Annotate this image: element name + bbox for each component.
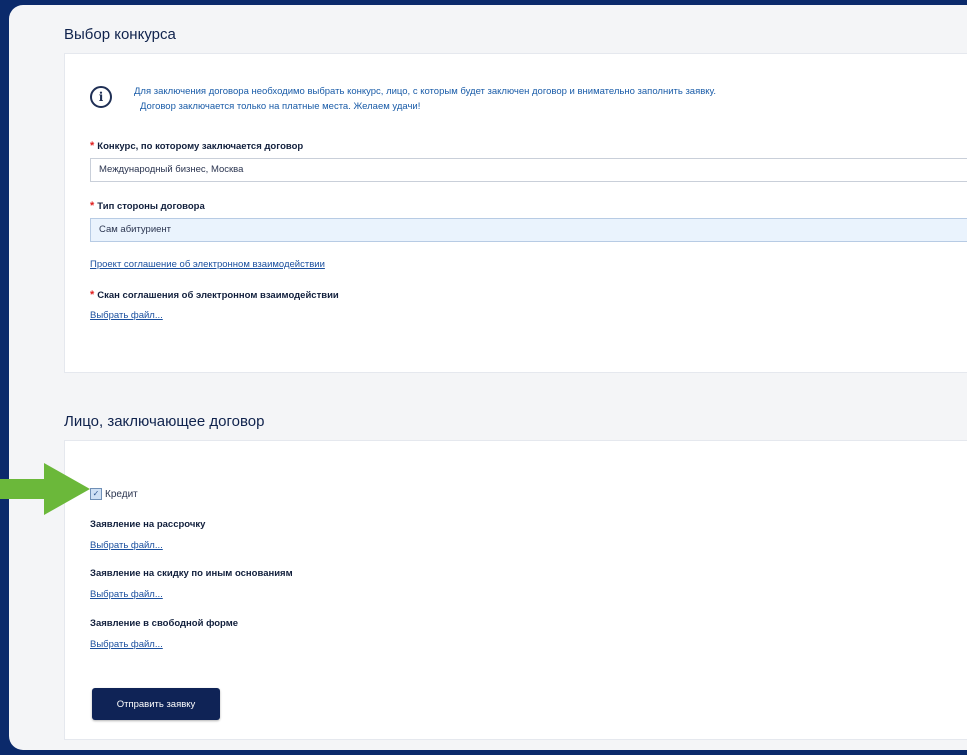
contest-field-label: * Конкурс, по которому заключается догово… [90, 140, 303, 152]
party-type-label-text: Тип стороны договора [97, 201, 205, 212]
discount-field-label: Заявление на скидку по иным основаниям [90, 568, 293, 579]
info-icon: i [90, 86, 112, 108]
section-title-person: Лицо, заключающее договор [64, 413, 265, 430]
required-mark: * [90, 200, 95, 212]
agreement-scan-field-label: * Скан соглашения об электронном взаимоде… [90, 289, 339, 301]
contest-card: i Для заключения договора необходимо выб… [64, 53, 967, 373]
page-frame: Выбор конкурса i Для заключения договора… [9, 5, 967, 750]
submit-application-button[interactable]: Отправить заявку [92, 688, 220, 720]
required-mark: * [90, 140, 95, 152]
installment-field-label: Заявление на рассрочку [90, 519, 206, 530]
info-line-2: Договор заключается только на платные ме… [140, 101, 421, 112]
free-form-file-link[interactable]: Выбрать файл... [90, 639, 163, 650]
info-line-1: Для заключения договора необходимо выбра… [134, 86, 716, 97]
person-card: ✓ Кредит Заявление на рассрочку Выбрать … [64, 440, 967, 740]
annotation-arrow-icon [0, 463, 90, 515]
info-text: Для заключения договора необходимо выбра… [134, 84, 716, 114]
contest-label-text: Конкурс, по которому заключается договор [97, 141, 304, 152]
discount-file-link[interactable]: Выбрать файл... [90, 589, 163, 600]
agreement-scan-label-text: Скан соглашения об электронном взаимодей… [97, 290, 339, 301]
party-type-select[interactable]: Сам абитуриент [90, 218, 967, 242]
section-title-contest: Выбор конкурса [64, 26, 176, 43]
contest-select[interactable]: Международный бизнес, Москва [90, 158, 967, 182]
free-form-field-label: Заявление в свободной форме [90, 618, 239, 629]
required-mark: * [90, 289, 95, 301]
party-type-field-label: * Тип стороны договора [90, 200, 205, 212]
credit-label: Кредит [105, 488, 138, 500]
agreement-scan-file-link[interactable]: Выбрать файл... [90, 310, 163, 321]
credit-checkbox[interactable]: ✓ [90, 488, 102, 500]
agreement-project-link[interactable]: Проект соглашение об электронном взаимод… [90, 259, 325, 270]
info-notice: i Для заключения договора необходимо выб… [90, 84, 716, 114]
installment-file-link[interactable]: Выбрать файл... [90, 540, 163, 551]
credit-checkbox-row[interactable]: ✓ Кредит [90, 488, 138, 500]
